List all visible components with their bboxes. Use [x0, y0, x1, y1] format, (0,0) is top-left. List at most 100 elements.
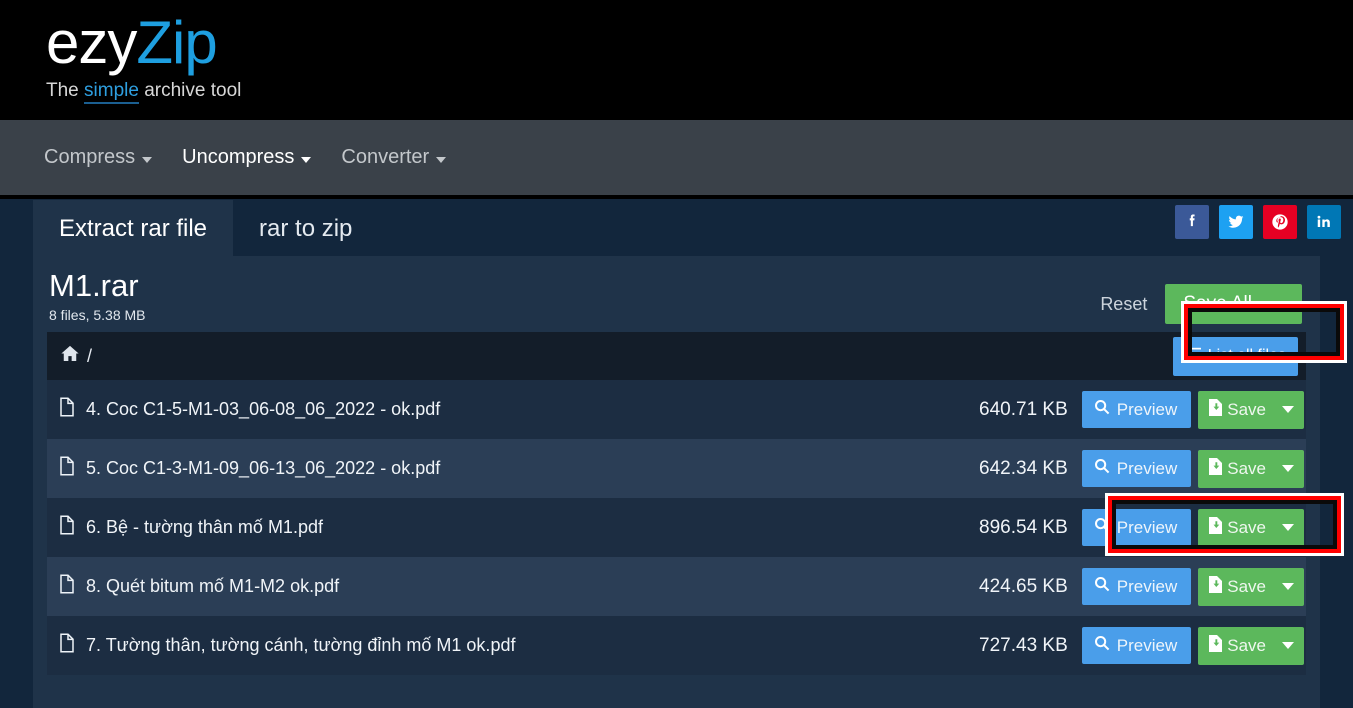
- file-name: 5. Coc C1-3-M1-09_06-13_06_2022 - ok.pdf: [86, 458, 441, 478]
- search-icon: [1094, 576, 1110, 597]
- file-download-icon: [1208, 457, 1223, 480]
- save-button[interactable]: Save: [1198, 390, 1304, 429]
- save-label: Save: [1227, 576, 1266, 596]
- nav-item-label: Compress: [44, 146, 136, 168]
- page-body: Extract rar file rar to zip M1.rar 8 fil…: [0, 199, 1353, 708]
- file-name: 4. Coc C1-5-M1-03_06-08_06_2022 - ok.pdf: [86, 399, 441, 419]
- save-button[interactable]: Save: [1198, 449, 1304, 488]
- file-name-cell: 5. Coc C1-3-M1-09_06-13_06_2022 - ok.pdf: [59, 456, 979, 481]
- tagline-pre: The: [46, 80, 85, 101]
- archive-summary: 8 files, 5.38 MB: [49, 307, 146, 323]
- social-share-bar: [1175, 205, 1341, 239]
- file-name-cell: 7. Tường thân, tường cánh, tường đỉnh mố…: [59, 633, 979, 658]
- chevron-down-icon[interactable]: [1282, 406, 1294, 413]
- file-size: 424.65 KB: [979, 575, 1068, 597]
- chevron-down-icon[interactable]: [1282, 524, 1294, 531]
- breadcrumb-path-group[interactable]: /: [59, 343, 92, 370]
- tab-extract-rar-file[interactable]: Extract rar file: [33, 200, 234, 256]
- list-all-files-button[interactable]: List all files: [1172, 336, 1298, 376]
- file-size: 896.54 KB: [979, 516, 1068, 538]
- search-icon: [1094, 399, 1110, 420]
- chevron-down-icon: [301, 156, 312, 163]
- file-icon: [59, 633, 75, 658]
- nav-item-uncompress[interactable]: Uncompress: [182, 146, 312, 169]
- tagline-post: archive tool: [138, 80, 242, 101]
- home-icon[interactable]: [59, 343, 81, 370]
- file-name-cell: 4. Coc C1-5-M1-03_06-08_06_2022 - ok.pdf: [59, 397, 979, 422]
- search-icon: [1094, 635, 1110, 656]
- row-action-group: Preview Save: [1081, 449, 1304, 488]
- preview-label: Preview: [1116, 399, 1178, 419]
- save-button[interactable]: Save: [1198, 567, 1304, 606]
- file-download-icon: [1208, 634, 1223, 657]
- save-all-label: Save All: [1183, 293, 1252, 314]
- table-row[interactable]: 8. Quét bitum mố M1-M2 ok.pdf 424.65 KB …: [47, 557, 1306, 616]
- file-size: 642.34 KB: [979, 457, 1068, 479]
- archive-card: M1.rar 8 files, 5.38 MB Reset Save All /: [33, 256, 1320, 708]
- table-row[interactable]: 5. Coc C1-3-M1-09_06-13_06_2022 - ok.pdf…: [47, 439, 1306, 498]
- site-header: ezyZip The simple archive tool: [0, 0, 1353, 120]
- tab-bar: Extract rar file rar to zip: [0, 199, 1353, 256]
- row-action-group: Preview Save: [1081, 567, 1304, 606]
- file-icon: [59, 574, 75, 599]
- file-name: 8. Quét bitum mố M1-M2 ok.pdf: [86, 576, 340, 596]
- file-download-icon: [1208, 516, 1223, 539]
- twitter-icon[interactable]: [1219, 205, 1253, 239]
- site-logo[interactable]: ezyZip The simple archive tool: [46, 8, 242, 104]
- tab-label: Extract rar file: [59, 215, 208, 242]
- save-all-button[interactable]: Save All: [1165, 284, 1302, 324]
- table-row[interactable]: 7. Tường thân, tường cánh, tường đỉnh mố…: [47, 616, 1306, 675]
- preview-button[interactable]: Preview: [1081, 391, 1192, 428]
- file-icon: [59, 515, 75, 540]
- preview-button[interactable]: Preview: [1081, 509, 1192, 546]
- chevron-down-icon[interactable]: [1282, 583, 1294, 590]
- reset-button[interactable]: Reset: [1100, 294, 1147, 315]
- tab-label: rar to zip: [259, 215, 353, 242]
- chevron-down-icon: [142, 156, 153, 163]
- table-row[interactable]: 6. Bệ - tường thân mố M1.pdf 896.54 KB P…: [47, 498, 1306, 557]
- pinterest-icon[interactable]: [1263, 205, 1297, 239]
- nav-item-label: Uncompress: [182, 146, 295, 168]
- file-size: 727.43 KB: [979, 634, 1068, 656]
- row-action-group: Preview Save: [1081, 508, 1304, 547]
- preview-button[interactable]: Preview: [1081, 568, 1192, 605]
- file-size: 640.71 KB: [979, 398, 1068, 420]
- chevron-down-icon[interactable]: [1282, 465, 1294, 472]
- site-tagline: The simple archive tool: [46, 80, 242, 104]
- archive-title-group: M1.rar 8 files, 5.38 MB: [49, 268, 1100, 323]
- search-icon: [1094, 517, 1110, 538]
- nav-item-converter[interactable]: Converter: [341, 146, 447, 169]
- row-action-group: Preview Save: [1081, 626, 1304, 665]
- save-button[interactable]: Save: [1198, 626, 1304, 665]
- preview-button[interactable]: Preview: [1081, 450, 1192, 487]
- list-icon: [1184, 346, 1201, 367]
- list-all-files-label: List all files: [1207, 347, 1286, 364]
- preview-label: Preview: [1116, 576, 1178, 596]
- facebook-icon[interactable]: [1175, 205, 1209, 239]
- chevron-down-icon[interactable]: [1276, 300, 1288, 308]
- breadcrumb-path: /: [87, 345, 93, 366]
- file-download-icon: [1208, 398, 1223, 421]
- file-download-icon: [1208, 575, 1223, 598]
- preview-label: Preview: [1116, 517, 1178, 537]
- save-button[interactable]: Save: [1198, 508, 1304, 547]
- row-action-group: Preview Save: [1081, 390, 1304, 429]
- archive-header-actions: Reset Save All: [1100, 268, 1304, 324]
- save-label: Save: [1227, 635, 1266, 655]
- file-name: 7. Tường thân, tường cánh, tường đỉnh mố…: [86, 635, 516, 655]
- file-icon: [59, 456, 75, 481]
- save-label: Save: [1227, 458, 1266, 478]
- preview-button[interactable]: Preview: [1081, 627, 1192, 664]
- main-navbar: Compress Uncompress Converter: [0, 120, 1353, 195]
- table-row[interactable]: 4. Coc C1-5-M1-03_06-08_06_2022 - ok.pdf…: [47, 380, 1306, 439]
- search-icon: [1094, 458, 1110, 479]
- file-name: 6. Bệ - tường thân mố M1.pdf: [86, 517, 323, 537]
- tab-rar-to-zip[interactable]: rar to zip: [233, 200, 378, 256]
- nav-item-label: Converter: [341, 146, 430, 168]
- tagline-accent: simple: [84, 80, 139, 104]
- archive-header: M1.rar 8 files, 5.38 MB Reset Save All: [33, 256, 1320, 332]
- nav-item-compress[interactable]: Compress: [44, 146, 153, 169]
- chevron-down-icon[interactable]: [1282, 642, 1294, 649]
- logo-text: ezyZip: [46, 8, 241, 78]
- linkedin-icon[interactable]: [1307, 205, 1341, 239]
